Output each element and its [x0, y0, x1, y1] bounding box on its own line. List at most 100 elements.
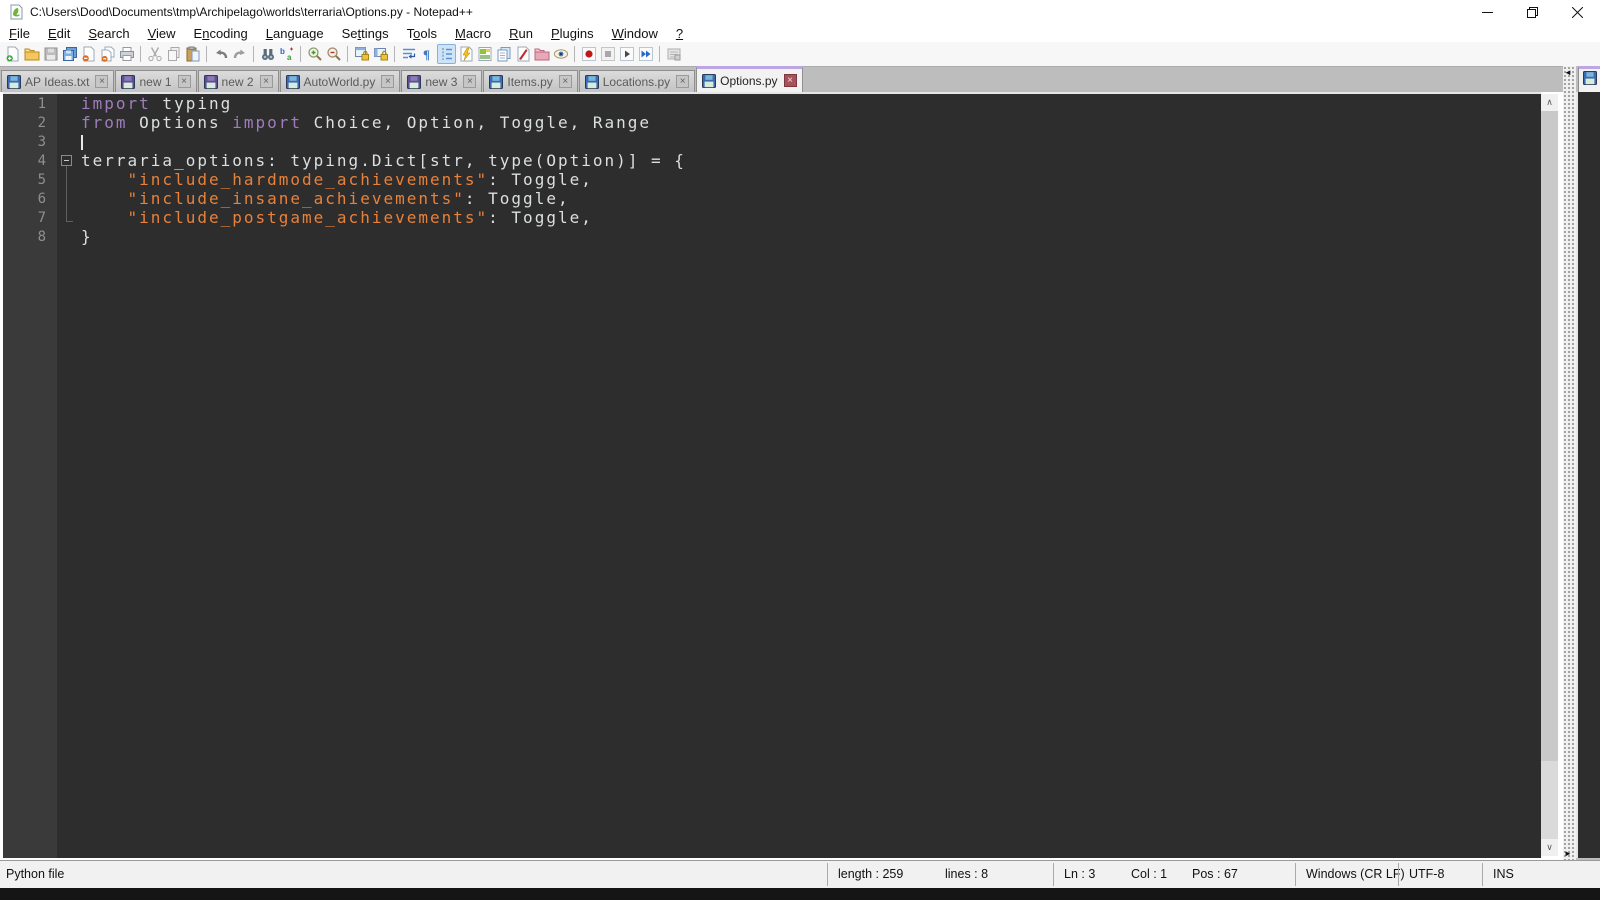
status-encoding: UTF-8 [1409, 867, 1445, 881]
toolbar-sync-vertical-icon[interactable] [352, 44, 371, 64]
menu-item-language[interactable]: Language [257, 26, 333, 41]
fold-margin[interactable] [57, 151, 81, 170]
toolbar-sync-horizontal-icon[interactable] [371, 44, 390, 64]
toolbar-show-all-characters-icon[interactable]: ¶ [418, 44, 437, 64]
toolbar-save-all-icon[interactable] [60, 44, 79, 64]
code-text: import typing [81, 94, 233, 113]
splitter-collapse-left-icon[interactable]: ◄ [1564, 68, 1572, 77]
tab-new-1[interactable]: new 1 × [115, 70, 197, 92]
menu-item-run[interactable]: Run [500, 26, 542, 41]
toolbar-new-file-icon[interactable] [3, 44, 22, 64]
fold-margin [57, 113, 81, 132]
splitter-collapse-right-icon[interactable]: ► [1564, 849, 1572, 858]
restore-button[interactable] [1510, 0, 1555, 24]
toolbar: b a ¶ [0, 42, 1600, 66]
toolbar-document-map-icon[interactable] [475, 44, 494, 64]
toolbar-replace-icon[interactable]: ba [277, 44, 296, 64]
minimize-button[interactable] [1465, 0, 1510, 24]
menu-item-edit[interactable]: Edit [39, 26, 79, 41]
scrollbar-thumb[interactable] [1541, 111, 1558, 761]
menu-item-tools[interactable]: Tools [398, 26, 446, 41]
line-number: 4 [37, 152, 46, 169]
status-line-number: Ln : 3 [1064, 867, 1096, 881]
toolbar-close-all-icon[interactable] [98, 44, 117, 64]
menu-item-search[interactable]: Search [79, 26, 138, 41]
toolbar-macro-save-icon[interactable] [664, 44, 683, 64]
toolbar-macro-record-icon[interactable] [579, 44, 598, 64]
toolbar-close-icon[interactable] [79, 44, 98, 64]
floppy-icon [407, 74, 422, 89]
status-bar: Python file length : 259 lines : 8 Ln : … [0, 860, 1600, 888]
tab-locations-py[interactable]: Locations.py × [578, 70, 696, 92]
menu-item-macro[interactable]: Macro [446, 26, 500, 41]
toolbar-undo-icon[interactable] [211, 44, 230, 64]
tab-new-3[interactable]: new 3 × [401, 70, 483, 92]
tab-close-icon[interactable]: × [259, 75, 273, 88]
menu-item-?[interactable]: ? [667, 26, 692, 41]
toolbar-function-list-icon[interactable] [513, 44, 532, 64]
menu-item-plugins[interactable]: Plugins [542, 26, 603, 41]
toolbar-zoom-out-icon[interactable] [324, 44, 343, 64]
toolbar-print-icon[interactable] [117, 44, 136, 64]
menu-item-file[interactable]: File [0, 26, 39, 41]
tab-autoworld-py[interactable]: AutoWorld.py × [279, 70, 401, 92]
menu-item-view[interactable]: View [139, 26, 185, 41]
toolbar-word-wrap-icon[interactable] [399, 44, 418, 64]
title-bar: C:\Users\Dood\Documents\tmp\Archipelago\… [0, 0, 1600, 24]
toolbar-redo-icon[interactable] [230, 44, 249, 64]
toolbar-separator [347, 46, 348, 62]
toolbar-separator [574, 46, 575, 62]
code-line: 1 import typing [3, 94, 1541, 113]
tab-label: new 2 [221, 74, 254, 89]
toolbar-macro-stop-icon[interactable] [598, 44, 617, 64]
tab-items-py[interactable]: Items.py × [483, 70, 578, 92]
status-column: Col : 1 [1131, 867, 1168, 881]
toolbar-open-folder-icon[interactable] [22, 44, 41, 64]
tab-close-icon[interactable]: × [95, 75, 109, 88]
fold-guide-line [66, 170, 67, 189]
code-text: from Options import Choice, Option, Togg… [81, 113, 652, 132]
tab-close-icon[interactable]: × [783, 74, 797, 87]
tab-ap-ideas-txt[interactable]: AP Ideas.txt × [1, 70, 115, 92]
menu-item-window[interactable]: Window [603, 26, 667, 41]
toolbar-monitoring-icon[interactable] [551, 44, 570, 64]
second-view-editor[interactable] [1576, 92, 1600, 858]
close-window-button[interactable] [1555, 0, 1600, 24]
code-text: "include_postgame_achievements": Toggle, [127, 208, 593, 227]
floppy-icon [489, 74, 504, 89]
tab-options-py[interactable]: Options.py × [696, 66, 803, 92]
view-splitter[interactable]: ◄ ► [1563, 66, 1576, 860]
fold-collapse-icon[interactable] [61, 155, 72, 166]
menu-item-encoding[interactable]: Encoding [185, 26, 257, 41]
toolbar-paste-icon[interactable] [183, 44, 202, 64]
line-number: 3 [37, 133, 46, 150]
toolbar-document-list-icon[interactable] [494, 44, 513, 64]
menu-item-settings[interactable]: Settings [333, 26, 398, 41]
toolbar-zoom-in-icon[interactable] [305, 44, 324, 64]
toolbar-macro-play-icon[interactable] [617, 44, 636, 64]
tab-close-icon[interactable]: × [177, 75, 191, 88]
toolbar-user-defined-language-icon[interactable] [456, 44, 475, 64]
toolbar-show-indent-guide-icon[interactable] [437, 44, 456, 64]
second-view-tab[interactable] [1578, 66, 1600, 92]
tab-label: Options.py [720, 73, 778, 88]
toolbar-save-icon[interactable] [41, 44, 60, 64]
toolbar-separator [659, 46, 660, 62]
status-position: Pos : 67 [1192, 867, 1238, 881]
toolbar-copy-icon[interactable] [164, 44, 183, 64]
code-text: "include_hardmode_achievements": Toggle, [127, 170, 593, 189]
tab-close-icon[interactable]: × [676, 75, 690, 88]
tab-close-icon[interactable]: × [381, 75, 395, 88]
code-editor[interactable]: 1 import typing 2 from Options import Choic… [3, 92, 1541, 858]
toolbar-find-icon[interactable] [258, 44, 277, 64]
toolbar-cut-icon[interactable] [145, 44, 164, 64]
tab-new-2[interactable]: new 2 × [197, 70, 279, 92]
line-number: 2 [37, 114, 46, 131]
scroll-up-arrow-icon[interactable]: ∧ [1541, 94, 1558, 111]
tab-close-icon[interactable]: × [558, 75, 572, 88]
tab-close-icon[interactable]: × [463, 75, 477, 88]
toolbar-macro-run-multiple-icon[interactable] [636, 44, 655, 64]
vertical-scrollbar[interactable]: ∧ ∨ [1541, 94, 1558, 856]
toolbar-folder-as-workspace-icon[interactable] [532, 44, 551, 64]
scroll-down-arrow-icon[interactable]: ∨ [1541, 839, 1558, 856]
